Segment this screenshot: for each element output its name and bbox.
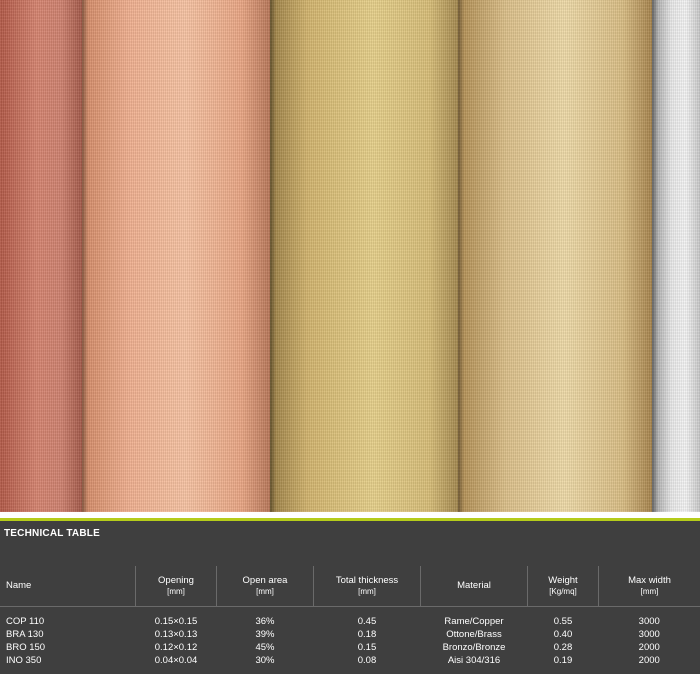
- cell-opening: 0.13×0.13: [154, 629, 198, 640]
- column-header-name: Name: [0, 566, 136, 607]
- cell-max-width: 3000: [638, 616, 660, 627]
- copper-light-roll-image: [82, 0, 270, 512]
- cell-total-thickness: 0.45: [357, 616, 377, 627]
- accent-bar: [0, 518, 700, 521]
- steel-roll-image: [652, 0, 700, 512]
- cell-total-thickness: 0.15: [357, 642, 377, 653]
- cell-name: COP 110: [6, 616, 45, 627]
- column-header-open-area: Open area [mm]: [216, 566, 314, 607]
- cell-name: INO 350: [6, 655, 42, 666]
- roll-divider: [82, 0, 88, 512]
- cell-material: Aisi 304/316: [447, 655, 501, 666]
- technical-table-panel: TECHNICAL TABLE Name Opening [mm] Open ar…: [0, 512, 700, 674]
- table-row: BRO 150 0.12×0.12 45% 0.15 Bronzo/Bronze…: [0, 641, 700, 654]
- cell-opening: 0.15×0.15: [154, 616, 198, 627]
- cell-max-width: 2000: [638, 655, 660, 666]
- cell-max-width: 2000: [638, 642, 660, 653]
- column-header-material: Material: [420, 566, 528, 607]
- column-header-weight: Weight [Kg/mq]: [527, 566, 599, 607]
- cell-material: Ottone/Brass: [446, 629, 502, 640]
- table-header-row: Name Opening [mm] Open area [mm] Total thi…: [0, 566, 700, 607]
- cell-name: BRA 130: [6, 629, 44, 640]
- roll-divider: [652, 0, 658, 512]
- technical-table-title: TECHNICAL TABLE: [4, 528, 100, 539]
- cell-material: Bronzo/Bronze: [442, 642, 506, 653]
- roll-divider: [270, 0, 276, 512]
- cell-total-thickness: 0.18: [357, 629, 377, 640]
- cell-max-width: 3000: [638, 629, 660, 640]
- cell-weight: 0.28: [553, 642, 573, 653]
- technical-table: Name Opening [mm] Open area [mm] Total thi…: [0, 566, 700, 667]
- cell-material: Rame/Copper: [444, 616, 504, 627]
- cell-open-area: 45%: [255, 642, 275, 653]
- cell-weight: 0.40: [553, 629, 573, 640]
- cell-opening: 0.04×0.04: [154, 655, 198, 666]
- metal-mesh-rolls-photo: [0, 0, 700, 512]
- cell-opening: 0.12×0.12: [154, 642, 198, 653]
- copper-roll-image: [0, 0, 82, 512]
- cell-open-area: 30%: [255, 655, 275, 666]
- cell-name: BRO 150: [6, 642, 46, 653]
- cell-open-area: 39%: [255, 629, 275, 640]
- column-header-max-width: Max width [mm]: [598, 566, 700, 607]
- table-row: COP 110 0.15×0.15 36% 0.45 Rame/Copper 0…: [0, 607, 700, 629]
- cell-weight: 0.55: [553, 616, 573, 627]
- cell-open-area: 36%: [255, 616, 275, 627]
- brass-roll-image: [270, 0, 458, 512]
- cell-total-thickness: 0.08: [357, 655, 377, 666]
- cell-weight: 0.19: [553, 655, 573, 666]
- table-row: INO 350 0.04×0.04 30% 0.08 Aisi 304/316 …: [0, 654, 700, 667]
- roll-divider: [458, 0, 464, 512]
- column-header-opening: Opening [mm]: [135, 566, 217, 607]
- column-header-total-thickness: Total thickness [mm]: [313, 566, 421, 607]
- bronze-roll-image: [458, 0, 652, 512]
- table-row: BRA 130 0.13×0.13 39% 0.18 Ottone/Brass …: [0, 628, 700, 641]
